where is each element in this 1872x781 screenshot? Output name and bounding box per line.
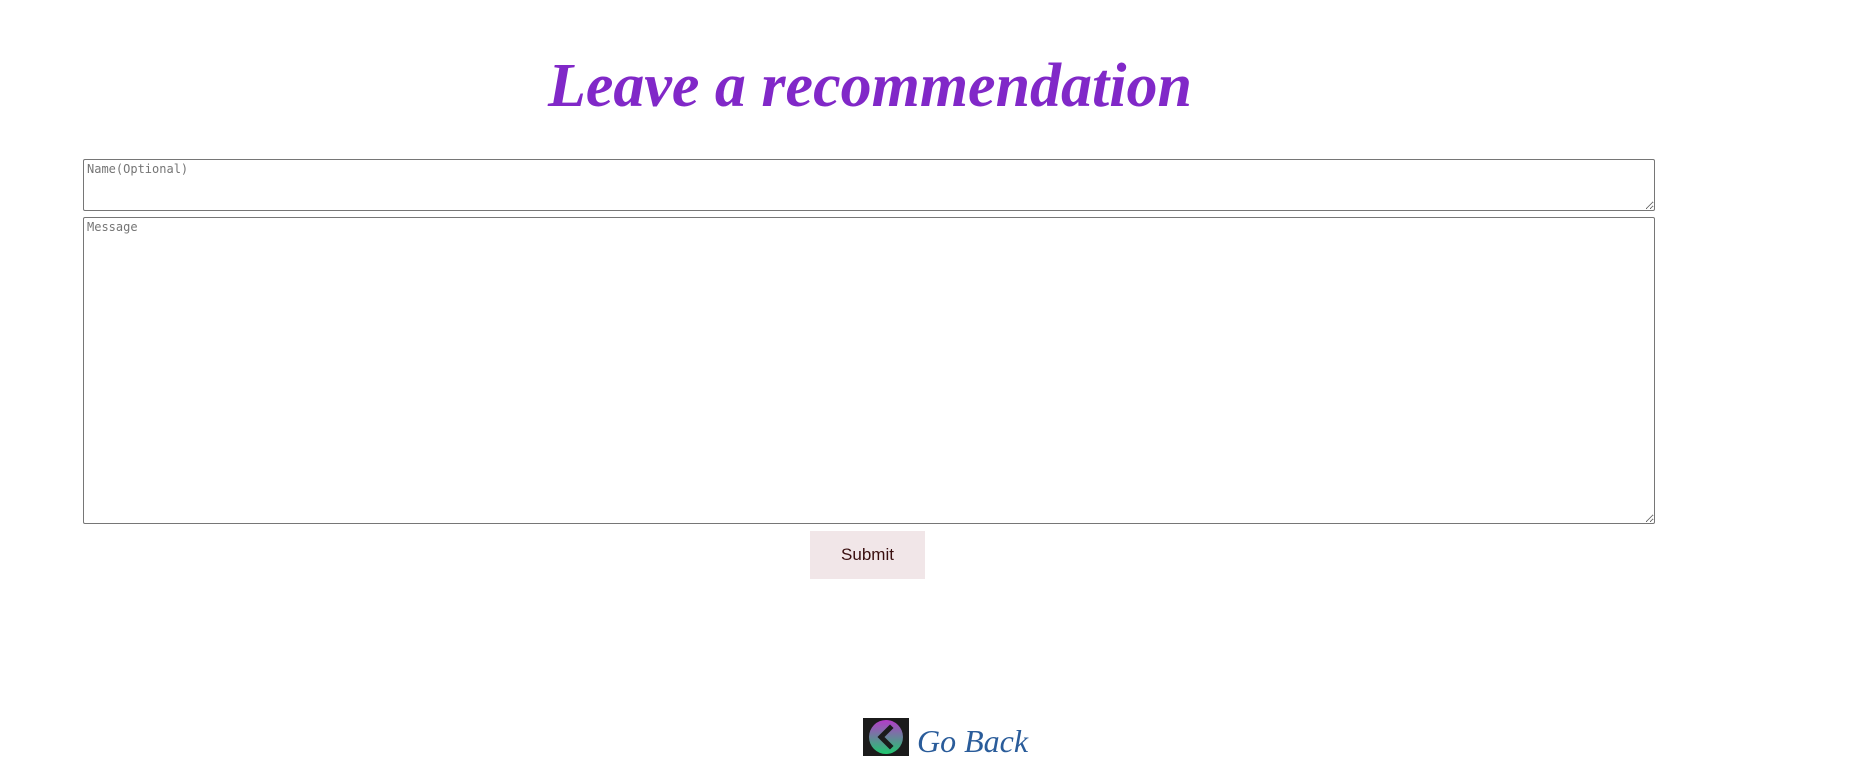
recommendation-page: Leave a recommendation Submit Go Back (0, 0, 1872, 781)
submit-button[interactable]: Submit (810, 531, 925, 579)
chevron-left-circle-icon (863, 718, 909, 756)
go-back-label: Go Back (917, 723, 1029, 759)
page-title: Leave a recommendation (548, 52, 1192, 120)
message-field[interactable] (83, 217, 1655, 524)
go-back-link[interactable]: Go Back (863, 713, 1028, 761)
name-field[interactable] (83, 159, 1655, 211)
